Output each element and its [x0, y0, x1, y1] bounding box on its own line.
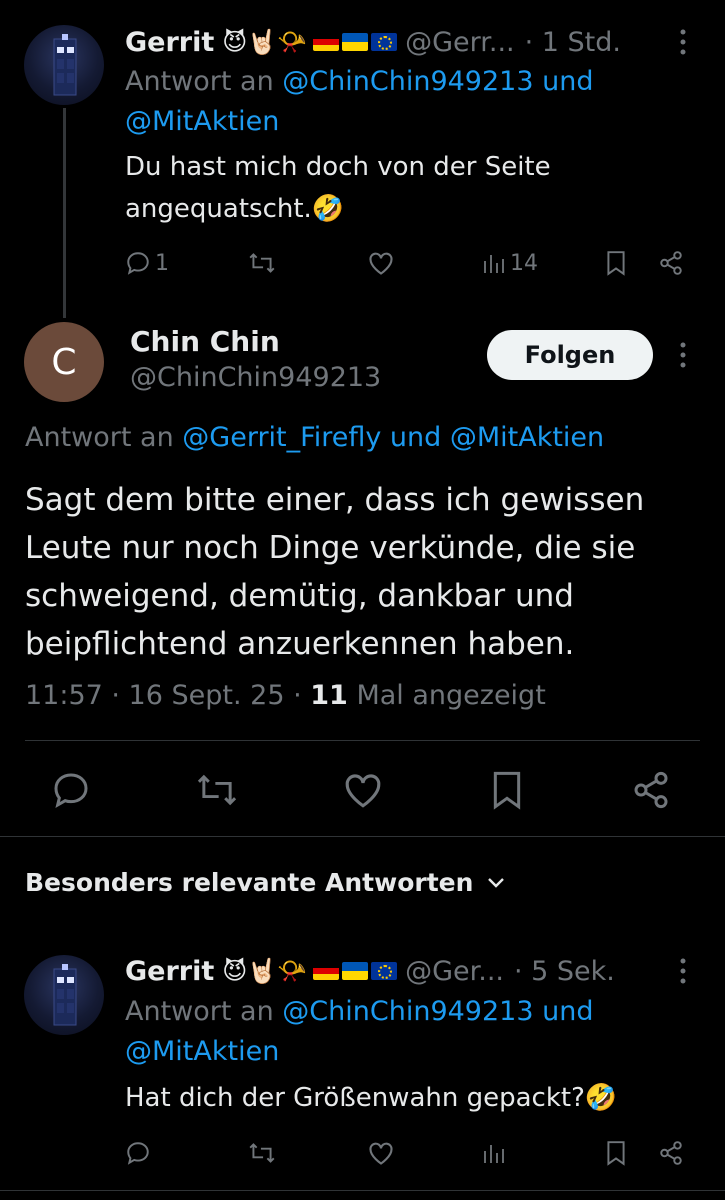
eu-flag-icon: [371, 962, 398, 980]
reply-count: 1: [155, 250, 169, 276]
post-timestamp[interactable]: 11:57 · 16 Sept. 25 ·: [25, 680, 302, 711]
action-bar: 1 14: [125, 246, 690, 280]
avatar[interactable]: C: [24, 322, 104, 402]
reply-button[interactable]: 1: [125, 250, 169, 276]
reply-prefix: Antwort an: [25, 422, 174, 453]
mention-link[interactable]: @MitAktien: [125, 1036, 279, 1067]
author-handle[interactable]: @Gerr...: [405, 27, 515, 58]
chevron-down-icon: [488, 877, 505, 888]
like-button[interactable]: [342, 770, 384, 810]
reply-to-line: Antwort an @ChinChin949213 und @MitAktie…: [125, 62, 685, 142]
main-action-bar: [50, 770, 680, 810]
share-icon: [660, 1141, 682, 1165]
analytics-icon: [484, 1145, 504, 1163]
mention-link[interactable]: @MitAktien: [125, 106, 279, 137]
reply-icon: [127, 1142, 149, 1165]
tardis-avatar-icon: [53, 34, 77, 96]
views-button[interactable]: [482, 1141, 506, 1165]
germany-flag-icon: [313, 962, 340, 980]
germany-flag-icon: [313, 33, 340, 51]
view-count: 11: [310, 680, 348, 711]
more-options-icon[interactable]: [676, 341, 690, 369]
bookmark-button[interactable]: [605, 250, 627, 276]
author-handle[interactable]: @Ger...: [405, 956, 504, 987]
repost-icon: [249, 253, 275, 273]
bookmark-button[interactable]: [605, 1140, 627, 1166]
follow-button[interactable]: Folgen: [487, 330, 653, 380]
views-button[interactable]: 14: [482, 251, 538, 276]
reply-to-line: Antwort an @ChinChin949213 und @MitAktie…: [125, 992, 685, 1072]
bookmark-button[interactable]: [490, 770, 524, 810]
mention-link[interactable]: @ChinChin949213 und: [282, 996, 593, 1027]
repost-button[interactable]: [247, 1140, 277, 1166]
avatar[interactable]: [24, 25, 104, 105]
heart-icon: [369, 1142, 393, 1165]
reply-prefix: Antwort an: [125, 66, 274, 97]
post-text: Hat dich der Größenwahn gepackt?🤣: [125, 1083, 618, 1113]
main-post-text: Sagt dem bitte einer, dass ich gewissen …: [25, 482, 645, 662]
view-count: 14: [510, 250, 538, 276]
bookmark-icon: [607, 1141, 625, 1166]
ukraine-flag-icon: [342, 33, 369, 51]
thread-connector-line: [63, 108, 66, 318]
ukraine-flag-icon: [342, 962, 369, 980]
author-handle[interactable]: @ChinChin949213: [130, 362, 381, 393]
reply-header: Gerrit 😈🤘🏻📯 @Ger... · 5 Sek.: [125, 955, 615, 987]
reply-button[interactable]: [125, 1140, 151, 1166]
reply-button[interactable]: [50, 770, 92, 810]
reply-prefix: Antwort an: [125, 996, 274, 1027]
reply-icon: [127, 252, 149, 275]
share-icon: [634, 771, 668, 809]
more-options-icon[interactable]: [676, 957, 690, 985]
flag-icons: [313, 33, 398, 51]
post-text: Du hast mich doch von der Seite angequat…: [125, 152, 551, 224]
share-button[interactable]: [630, 770, 672, 810]
sort-label: Besonders relevante Antworten: [25, 868, 474, 897]
bookmark-icon: [493, 771, 521, 810]
like-button[interactable]: [367, 250, 395, 276]
post-time[interactable]: · 5 Sek.: [514, 956, 615, 987]
more-options-icon[interactable]: [676, 28, 690, 56]
bookmark-icon: [607, 251, 625, 276]
tardis-avatar-icon: [53, 964, 77, 1026]
avatar[interactable]: [24, 955, 104, 1035]
repost-button[interactable]: [247, 250, 277, 276]
author-name[interactable]: Chin Chin: [130, 325, 280, 358]
eu-flag-icon: [371, 33, 398, 51]
author-name[interactable]: Gerrit: [125, 27, 214, 58]
share-button[interactable]: [657, 250, 685, 276]
reply-icon: [54, 773, 88, 809]
heart-icon: [345, 774, 381, 808]
mention-link[interactable]: @ChinChin949213 und: [282, 66, 593, 97]
action-bar: [125, 1136, 690, 1170]
repost-icon: [197, 774, 237, 806]
heart-icon: [369, 252, 393, 275]
share-icon: [660, 251, 682, 275]
divider: [25, 740, 700, 741]
flag-icons: [313, 962, 398, 980]
repost-icon: [249, 1143, 275, 1163]
reply-to-line: Antwort an @Gerrit_Firefly und @MitAktie…: [25, 422, 604, 453]
divider: [0, 836, 725, 837]
reply-header: Gerrit 😈🤘🏻📯 @Gerr... · 1 Std.: [125, 26, 621, 58]
repost-button[interactable]: [194, 770, 240, 810]
post-time[interactable]: · 1 Std.: [525, 27, 621, 58]
author-emojis: 😈🤘🏻📯: [222, 957, 308, 985]
author-name[interactable]: Gerrit: [125, 956, 214, 987]
reply-sort-selector[interactable]: Besonders relevante Antworten: [25, 868, 505, 897]
divider: [0, 1190, 725, 1191]
author-emojis: 😈🤘🏻📯: [222, 28, 308, 56]
analytics-icon: [484, 255, 504, 273]
view-label: Mal angezeigt: [356, 680, 546, 711]
mention-link[interactable]: @Gerrit_Firefly und @MitAktien: [182, 422, 604, 453]
share-button[interactable]: [657, 1140, 685, 1166]
post-meta: 11:57 · 16 Sept. 25 · 11 Mal angezeigt: [25, 680, 546, 711]
like-button[interactable]: [367, 1140, 395, 1166]
